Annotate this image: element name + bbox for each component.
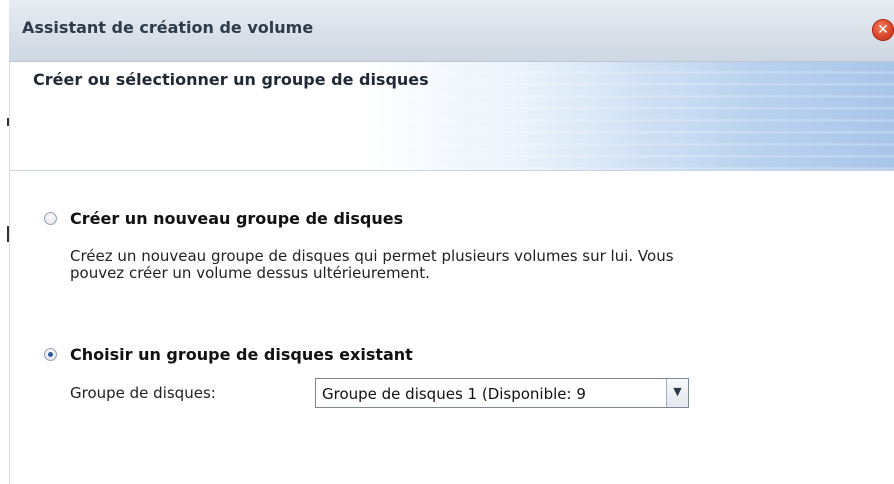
disk-group-selected-value: Groupe de disques 1 (Disponible: 9 <box>322 385 586 403</box>
radio-create-new-disk-group[interactable] <box>44 212 57 225</box>
edge-mark <box>7 118 9 126</box>
radio-choose-existing-disk-group[interactable] <box>44 348 57 361</box>
chevron-down-icon: ▼ <box>673 385 682 398</box>
option-create-new-label[interactable]: Créer un nouveau groupe de disques <box>70 209 403 228</box>
window-title: Assistant de création de volume <box>22 18 314 37</box>
title-bar: Assistant de création de volume ✕ <box>9 0 894 62</box>
option-create-new-description: Créez un nouveau groupe de disques qui p… <box>70 248 860 282</box>
close-button[interactable]: ✕ <box>872 19 894 41</box>
edge-mark <box>7 226 9 242</box>
description-line: Créez un nouveau groupe de disques qui p… <box>70 247 674 265</box>
disk-group-select[interactable]: Groupe de disques 1 (Disponible: 9 ▼ <box>315 378 689 408</box>
dropdown-arrow-button[interactable]: ▼ <box>666 379 688 407</box>
page-title: Créer ou sélectionner un groupe de disqu… <box>33 70 429 89</box>
option-choose-existing-label[interactable]: Choisir un groupe de disques existant <box>70 345 413 364</box>
description-line: pouvez créer un volume dessus ultérieure… <box>70 264 430 282</box>
volume-creation-wizard-window: Assistant de création de volume ✕ Créer … <box>0 0 894 484</box>
disk-group-label: Groupe de disques: <box>70 384 216 402</box>
left-window-edge <box>0 0 10 484</box>
close-icon: ✕ <box>877 22 889 38</box>
